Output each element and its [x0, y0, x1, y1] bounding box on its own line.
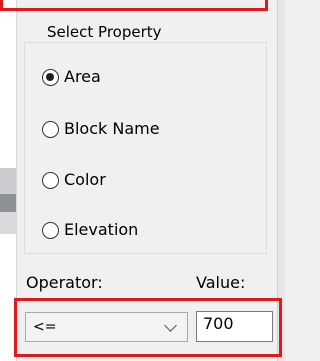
select-property-title: Select Property — [44, 22, 165, 42]
radio-label: Area — [64, 67, 101, 86]
radio-area[interactable]: Area — [42, 65, 101, 89]
operator-label: Operator: — [26, 273, 103, 292]
radio-label: Elevation — [64, 220, 139, 239]
radio-label: Color — [64, 170, 106, 189]
value-field[interactable]: 700 — [196, 311, 273, 342]
radio-label: Block Name — [64, 119, 160, 138]
operator-selected-value: <= — [33, 319, 57, 335]
radio-button-icon[interactable] — [42, 171, 59, 189]
background-shade — [0, 168, 16, 194]
background-shade — [0, 194, 16, 212]
radio-block-name[interactable]: Block Name — [42, 117, 160, 141]
radio-elevation[interactable]: Elevation — [42, 218, 138, 242]
radio-color[interactable]: Color — [42, 168, 106, 192]
highlight-box-top — [0, 0, 268, 11]
radio-button-icon[interactable] — [42, 120, 59, 138]
radio-button-checked-icon[interactable] — [42, 68, 59, 86]
chevron-down-icon[interactable] — [164, 319, 177, 332]
operator-dropdown[interactable]: <= — [25, 312, 188, 342]
radio-button-icon[interactable] — [42, 221, 59, 239]
background-shade — [0, 212, 16, 234]
value-label: Value: — [196, 273, 246, 292]
